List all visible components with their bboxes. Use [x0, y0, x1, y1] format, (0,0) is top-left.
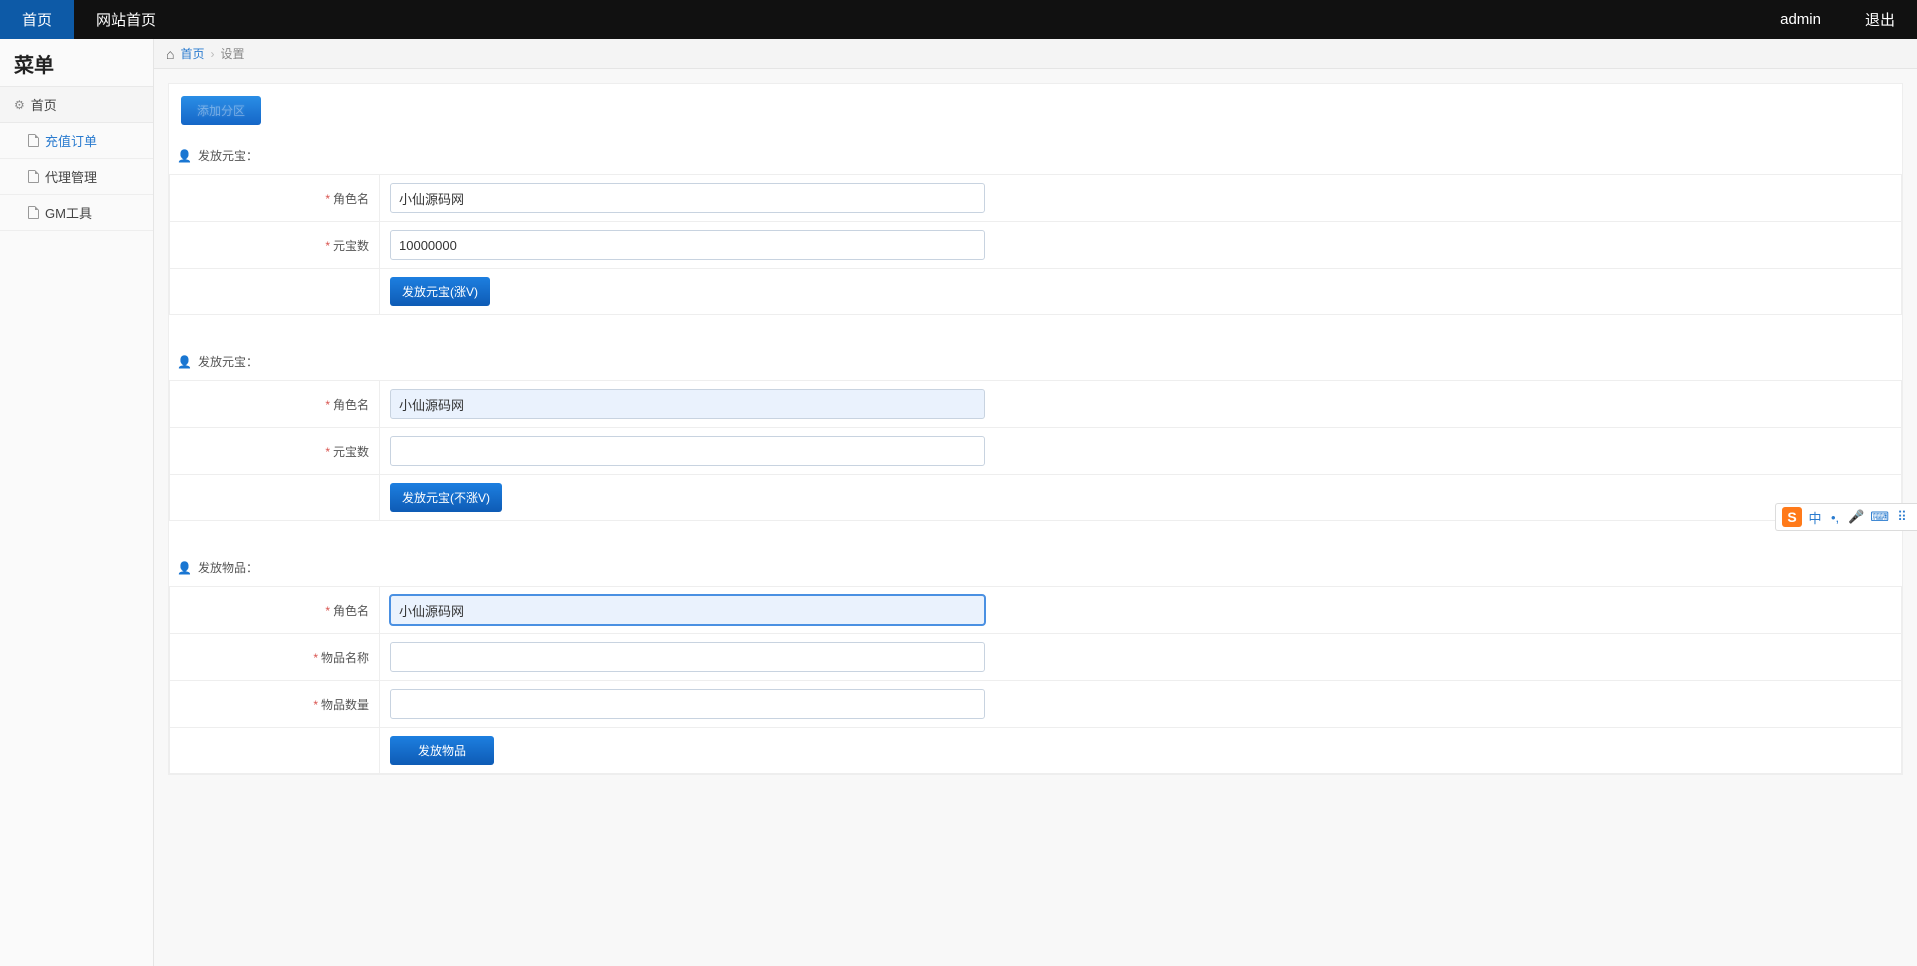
gear-icon	[14, 97, 25, 112]
submit-button[interactable]: 发放元宝(涨V)	[390, 277, 490, 306]
field-cell: 发放元宝(涨V)	[380, 269, 1902, 315]
sidebar-item-label: 代理管理	[45, 167, 97, 186]
field-label: *角色名	[170, 381, 380, 428]
sidebar-title: 菜单	[0, 39, 153, 86]
field-label	[170, 728, 380, 774]
field-label: *元宝数	[170, 222, 380, 269]
section-head: 发放物品：	[169, 549, 1902, 586]
field-cell	[380, 587, 1902, 634]
ime-punct-toggle[interactable]: •,	[1828, 510, 1842, 525]
text-input[interactable]	[390, 689, 985, 719]
tab-home[interactable]: 首页	[0, 0, 74, 39]
person-icon	[177, 355, 192, 369]
section-title: 发放元宝：	[198, 147, 258, 164]
logout-link[interactable]: 退出	[1843, 9, 1917, 30]
file-icon	[28, 170, 39, 183]
text-input[interactable]	[390, 436, 985, 466]
section-head: 发放元宝：	[169, 137, 1902, 174]
ime-lang-toggle[interactable]: 中	[1808, 508, 1822, 527]
sidebar-item-gm-tools[interactable]: GM工具	[0, 195, 153, 231]
field-cell: 发放元宝(不涨V)	[380, 475, 1902, 521]
breadcrumb-sep	[210, 47, 214, 61]
file-icon	[28, 206, 39, 219]
menu-root-home[interactable]: 首页	[0, 86, 153, 123]
file-icon	[28, 134, 39, 147]
text-input[interactable]	[390, 595, 985, 625]
field-label: *角色名	[170, 587, 380, 634]
field-cell	[380, 222, 1902, 269]
field-label: *物品数量	[170, 681, 380, 728]
content-panel: 添加分区 发放元宝：*角色名*元宝数发放元宝(涨V)发放元宝：*角色名*元宝数发…	[168, 83, 1903, 775]
ime-grid-icon[interactable]: ⠿	[1895, 509, 1909, 525]
person-icon	[177, 149, 192, 163]
field-cell	[380, 634, 1902, 681]
home-icon	[166, 46, 174, 62]
text-input[interactable]	[390, 642, 985, 672]
field-cell	[380, 428, 1902, 475]
text-input[interactable]	[390, 230, 985, 260]
main: 首页 设置 添加分区 发放元宝：*角色名*元宝数发放元宝(涨V)发放元宝：*角色…	[154, 39, 1917, 966]
section-head: 发放元宝：	[169, 343, 1902, 380]
field-cell: 发放物品	[380, 728, 1902, 774]
field-label	[170, 475, 380, 521]
ime-brand-icon[interactable]: S	[1782, 507, 1802, 527]
form-table: *角色名*元宝数发放元宝(不涨V)	[169, 380, 1902, 521]
breadcrumb-current: 设置	[220, 45, 244, 62]
menu-root-label: 首页	[31, 95, 57, 114]
sidebar-item-label: 充值订单	[45, 131, 97, 150]
form-table: *角色名*元宝数发放元宝(涨V)	[169, 174, 1902, 315]
field-label: *元宝数	[170, 428, 380, 475]
topbar: 首页 网站首页 admin 退出	[0, 0, 1917, 39]
user-name[interactable]: admin	[1758, 11, 1843, 28]
sidebar-item-label: GM工具	[45, 203, 92, 222]
field-label: *角色名	[170, 175, 380, 222]
ime-toolbar[interactable]: S 中 •, 🎤 ⌨ ⠿	[1775, 503, 1917, 531]
person-icon	[177, 561, 192, 575]
text-input[interactable]	[390, 183, 985, 213]
field-label	[170, 269, 380, 315]
ime-voice-icon[interactable]: 🎤	[1848, 509, 1864, 525]
tag-add-zone-button[interactable]: 添加分区	[181, 96, 261, 125]
sidebar-item-recharge-orders[interactable]: 充值订单	[0, 123, 153, 159]
sidebar-item-agent-manage[interactable]: 代理管理	[0, 159, 153, 195]
form-table: *角色名*物品名称*物品数量发放物品	[169, 586, 1902, 774]
breadcrumb: 首页 设置	[154, 39, 1917, 69]
ime-keyboard-icon[interactable]: ⌨	[1870, 509, 1889, 525]
field-cell	[380, 175, 1902, 222]
user-area: admin 退出	[1758, 0, 1917, 39]
tab-site-home[interactable]: 网站首页	[74, 0, 178, 39]
field-cell	[380, 381, 1902, 428]
field-label: *物品名称	[170, 634, 380, 681]
section-title: 发放物品：	[198, 559, 258, 576]
submit-button[interactable]: 发放物品	[390, 736, 494, 765]
topbar-tabs: 首页 网站首页	[0, 0, 178, 39]
breadcrumb-home[interactable]: 首页	[180, 45, 204, 62]
text-input[interactable]	[390, 389, 985, 419]
section-title: 发放元宝：	[198, 353, 258, 370]
field-cell	[380, 681, 1902, 728]
sidebar: 菜单 首页 充值订单 代理管理 GM工具	[0, 39, 154, 966]
submit-button[interactable]: 发放元宝(不涨V)	[390, 483, 502, 512]
